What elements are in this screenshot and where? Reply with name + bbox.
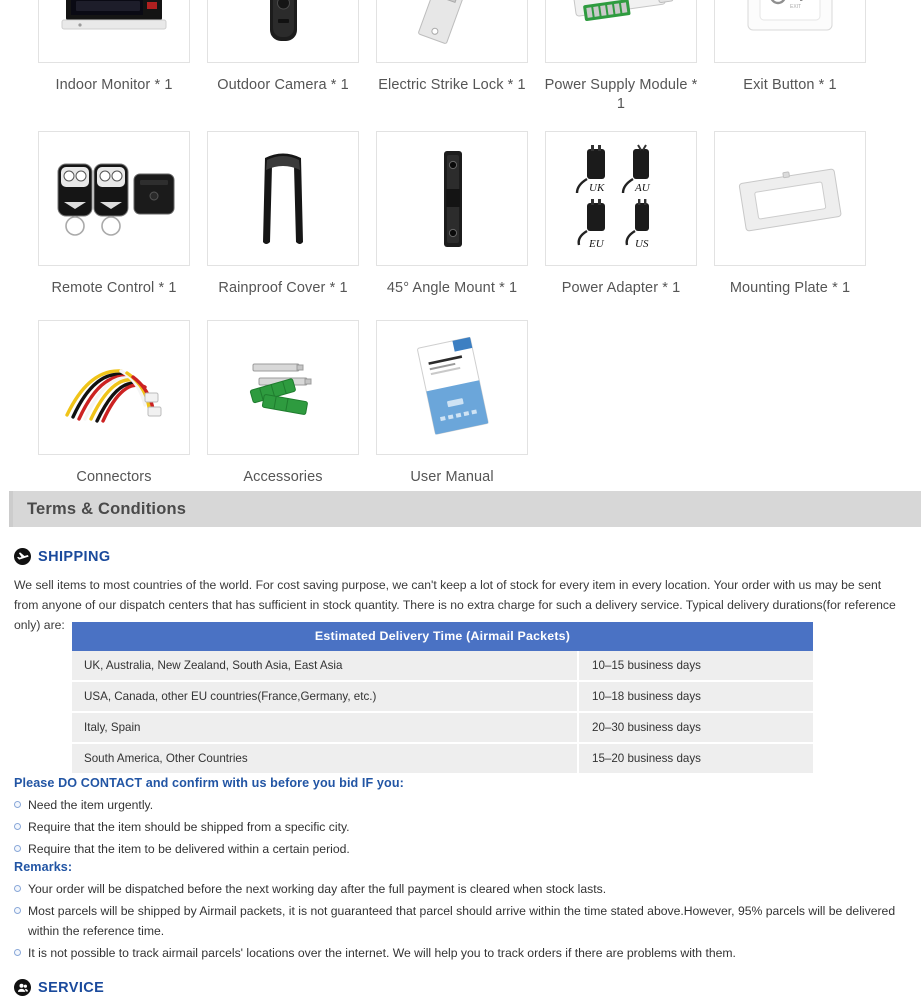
bullet-icon — [14, 823, 21, 831]
rainproof-cover-image[interactable] — [207, 131, 359, 267]
airplane-icon — [14, 548, 31, 565]
product-cell-indoor-monitor[interactable]: Indoor Monitor * 1 — [38, 0, 190, 113]
list-item-text: Most parcels will be shipped by Airmail … — [28, 904, 896, 939]
terms-and-conditions-banner: Terms & Conditions — [9, 491, 921, 527]
time-cell: 10–15 business days — [577, 651, 813, 682]
list-item: Require that the item to be delivered wi… — [14, 839, 907, 859]
remote-control-image[interactable] — [38, 131, 190, 267]
time-cell: 15–20 business days — [577, 743, 813, 775]
svg-text:UK: UK — [589, 182, 605, 194]
product-cell-connectors[interactable]: Connectors — [38, 319, 190, 487]
table-header-row: Estimated Delivery Time (Airmail Packets… — [72, 622, 813, 651]
product-label: Accessories — [243, 468, 323, 485]
product-cell-user-manual[interactable]: User Manual — [376, 319, 528, 487]
product-label: Remote Control * 1 — [51, 280, 177, 297]
svg-text:EXIT: EXIT — [790, 4, 801, 10]
electric-strike-lock-image[interactable] — [376, 0, 528, 63]
svg-text:EU: EU — [588, 238, 605, 250]
power-adapter-image[interactable]: UK AU EU US — [545, 131, 697, 267]
product-label: Power Adapter * 1 — [561, 280, 681, 297]
list-item-text: Need the item urgently. — [28, 798, 154, 812]
table-row: UK, Australia, New Zealand, South Asia, … — [72, 651, 813, 682]
product-label: Power Supply Module * 1 — [544, 77, 698, 112]
region-cell: USA, Canada, other EU countries(France,G… — [72, 681, 578, 713]
list-item-text: It is not possible to track airmail parc… — [28, 946, 736, 961]
remarks-heading: Remarks: — [14, 860, 73, 874]
product-cell-electric-strike-lock[interactable]: Electric Strike Lock * 1 — [376, 0, 528, 113]
remarks-list: Your order will be dispatched before the… — [14, 879, 907, 966]
product-and-terms-page: Indoor Monitor * 1 Outdoor Camera * 1 El… — [0, 0, 921, 999]
product-cell-remote-control[interactable]: Remote Control * 1 — [38, 131, 190, 298]
power-supply-module-image[interactable] — [545, 0, 697, 63]
product-cell-exit-button[interactable]: EXIT Exit Button * 1 — [714, 0, 866, 113]
exit-button-image[interactable]: EXIT — [714, 0, 866, 63]
list-item: It is not possible to track airmail parc… — [14, 943, 907, 963]
outdoor-camera-image[interactable] — [207, 0, 359, 63]
product-label: Mounting Plate * 1 — [729, 280, 851, 297]
table-row: USA, Canada, other EU countries(France,G… — [72, 681, 813, 713]
table-header-title: Estimated Delivery Time (Airmail Packets… — [72, 622, 813, 651]
product-label: Electric Strike Lock * 1 — [378, 77, 526, 93]
time-cell: 10–18 business days — [577, 681, 813, 713]
users-icon — [14, 979, 31, 996]
bullet-icon — [14, 907, 21, 915]
product-cell-power-adapter[interactable]: UK AU EU US Power Adapter * 1 — [545, 131, 697, 298]
estimated-delivery-time-table: Estimated Delivery Time (Airmail Packets… — [72, 622, 813, 775]
service-heading-label: SERVICE — [38, 979, 105, 996]
product-cell-angle-mount[interactable]: 45° Angle Mount * 1 — [376, 131, 528, 298]
product-label: User Manual — [410, 468, 494, 485]
product-label: Connectors — [76, 468, 152, 485]
product-label: Exit Button * 1 — [743, 77, 837, 93]
product-label: 45° Angle Mount * 1 — [386, 280, 518, 297]
indoor-monitor-image[interactable] — [38, 0, 190, 63]
accessories-image[interactable] — [207, 319, 359, 455]
product-label: Rainproof Cover * 1 — [218, 280, 348, 297]
contact-list: Need the item urgently. Require that the… — [14, 795, 907, 861]
product-cell-accessories[interactable]: Accessories — [207, 319, 359, 487]
service-section-heading: SERVICE — [14, 979, 104, 996]
user-manual-image[interactable] — [376, 319, 528, 455]
shipping-section-heading: SHIPPING — [14, 548, 111, 565]
list-item: Your order will be dispatched before the… — [14, 879, 907, 899]
connectors-image[interactable] — [38, 319, 190, 455]
list-item: Require that the item should be shipped … — [14, 817, 907, 837]
list-item: Most parcels will be shipped by Airmail … — [14, 901, 907, 941]
table-row: South America, Other Countries 15–20 bus… — [72, 743, 813, 775]
product-row-3: Connectors Accessories User Manual — [38, 319, 921, 487]
shipping-heading-label: SHIPPING — [38, 548, 111, 565]
package-contents-grid: Indoor Monitor * 1 Outdoor Camera * 1 El… — [0, 0, 921, 486]
angle-mount-image[interactable] — [376, 131, 528, 267]
terms-banner-title: Terms & Conditions — [27, 499, 187, 518]
product-label: Outdoor Camera * 1 — [217, 77, 349, 93]
bullet-icon — [14, 885, 21, 892]
bullet-icon — [14, 949, 21, 957]
product-label: Indoor Monitor * 1 — [55, 77, 173, 93]
svg-text:AU: AU — [634, 182, 651, 194]
contact-heading: Please DO CONTACT and confirm with us be… — [14, 776, 404, 790]
svg-text:US: US — [635, 238, 649, 250]
mounting-plate-image[interactable] — [714, 131, 866, 267]
list-item: Need the item urgently. — [14, 795, 907, 815]
product-cell-mounting-plate[interactable]: Mounting Plate * 1 — [714, 131, 866, 298]
list-item-text: Require that the item should be shipped … — [28, 820, 350, 835]
product-cell-rainproof-cover[interactable]: Rainproof Cover * 1 — [207, 131, 359, 298]
region-cell: South America, Other Countries — [72, 743, 578, 775]
bullet-icon — [14, 801, 21, 808]
product-cell-power-supply-module[interactable]: Power Supply Module * 1 — [545, 0, 697, 113]
bullet-icon — [14, 845, 21, 853]
product-cell-outdoor-camera[interactable]: Outdoor Camera * 1 — [207, 0, 359, 113]
region-cell: UK, Australia, New Zealand, South Asia, … — [72, 651, 578, 682]
list-item-text: Require that the item to be delivered wi… — [28, 842, 350, 857]
product-row-1: Indoor Monitor * 1 Outdoor Camera * 1 El… — [38, 0, 921, 113]
table-row: Italy, Spain 20–30 business days — [72, 712, 813, 744]
product-row-2: Remote Control * 1 Rainproof Cover * 1 4… — [38, 131, 921, 298]
list-item-text: Your order will be dispatched before the… — [28, 882, 607, 896]
time-cell: 20–30 business days — [577, 712, 813, 744]
region-cell: Italy, Spain — [72, 712, 578, 744]
